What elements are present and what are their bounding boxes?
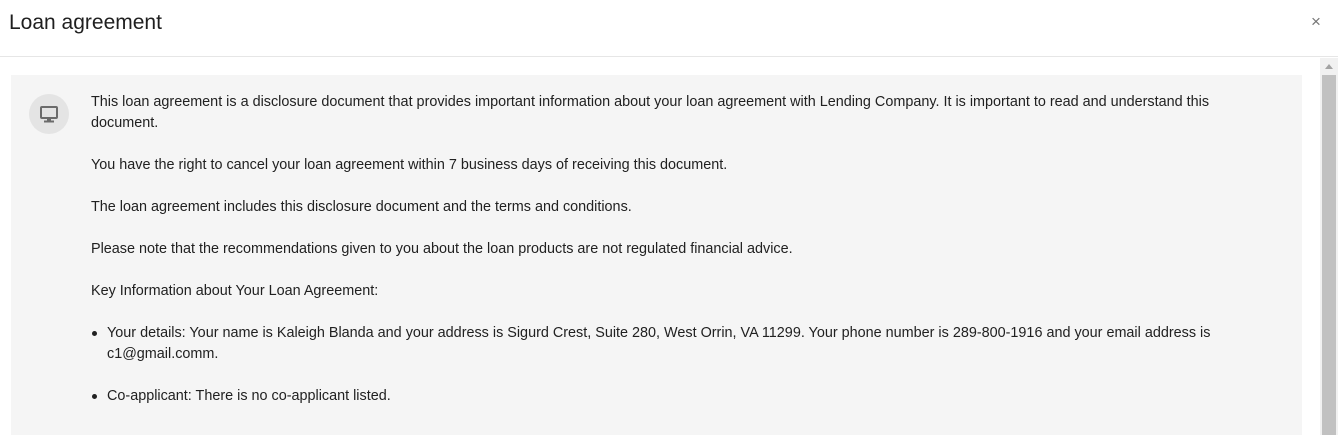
paragraph-includes: The loan agreement includes this disclos…	[91, 199, 632, 215]
paragraph-advice-note: Please note that the recommendations giv…	[91, 241, 793, 257]
list-item: Your details: Your name is Kaleigh Bland…	[91, 323, 1261, 365]
arrow-up-icon	[1325, 64, 1333, 69]
close-icon[interactable]: ×	[1304, 10, 1328, 34]
bullet-icon	[92, 394, 97, 399]
paragraph-cancel-right: You have the right to cancel your loan a…	[91, 157, 728, 173]
list-item-text: Co-applicant: There is no co-applicant l…	[107, 388, 391, 404]
bullet-icon	[92, 331, 97, 336]
loan-agreement-dialog: Loan agreement × This loan agreement is …	[0, 0, 1338, 435]
list-item-text: Your details: Your name is Kaleigh Bland…	[107, 325, 1211, 362]
paragraph-intro: This loan agreement is a disclosure docu…	[91, 94, 1210, 131]
key-information-list: Your details: Your name is Kaleigh Bland…	[91, 323, 1261, 407]
dialog-header: Loan agreement ×	[0, 0, 1338, 57]
scrollbar-thumb[interactable]	[1322, 75, 1336, 435]
vertical-scrollbar[interactable]	[1320, 58, 1338, 435]
avatar	[29, 94, 69, 134]
dialog-body[interactable]: This loan agreement is a disclosure docu…	[0, 58, 1320, 435]
message-panel: This loan agreement is a disclosure docu…	[11, 75, 1302, 435]
desktop-monitor-icon	[40, 106, 58, 123]
paragraph-key-information: Key Information about Your Loan Agreemen…	[91, 283, 379, 299]
dialog-title: Loan agreement	[9, 11, 162, 34]
agreement-text: This loan agreement is a disclosure docu…	[91, 92, 1261, 428]
list-item: Co-applicant: There is no co-applicant l…	[91, 386, 1261, 407]
scroll-up-button[interactable]	[1320, 58, 1338, 75]
